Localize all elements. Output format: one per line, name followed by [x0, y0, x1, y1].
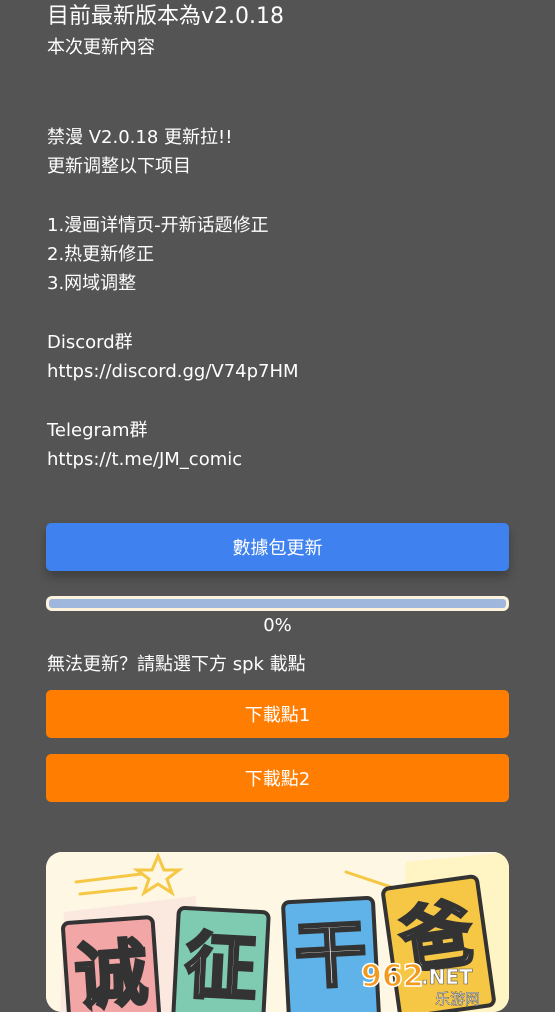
update-content-heading: 本次更新內容 [47, 37, 155, 58]
notes-line [47, 387, 517, 416]
download-button-2[interactable]: 下載點2 [46, 754, 509, 802]
progress-percent: 0% [263, 615, 292, 636]
notes-line: 2.热更新修正 [47, 244, 155, 266]
fallback-hint: 無法更新？請點選下方 spk 載點 [47, 654, 306, 675]
notes-line: Telegram群 [47, 419, 148, 441]
watermark-brand: 962 [361, 959, 424, 994]
notes-line: 禁漫 V2.0.18 更新拉!! [47, 127, 233, 148]
discord-link[interactable]: https://discord.gg/V74p7HM [47, 357, 517, 386]
release-notes: 禁漫 V2.0.18 更新拉!! 更新调整以下项目 1.漫画详情页-开新话题修正… [47, 123, 517, 475]
notes-line [47, 299, 517, 328]
version-title: 目前最新版本為v2.0.18 [47, 4, 284, 29]
update-progress-bar [46, 596, 509, 611]
promo-banner[interactable]: 诚 征 干 爸 962 .NET 乐游网 [46, 852, 509, 1012]
watermark-logo: 962 .NET 乐游网 [357, 952, 503, 1008]
telegram-link[interactable]: https://t.me/JM_comic [47, 445, 517, 474]
data-pack-update-button[interactable]: 數據包更新 [46, 523, 509, 571]
notes-line: Discord群 [47, 332, 133, 354]
download-button-1[interactable]: 下載點1 [46, 690, 509, 738]
notes-line: 更新调整以下项目 [47, 156, 191, 178]
banner-char-2: 征 [183, 923, 259, 1011]
banner-char-1: 诚 [72, 931, 150, 1012]
notes-line: 3.网域调整 [47, 273, 137, 295]
watermark-suffix: .NET [421, 965, 473, 989]
notes-line: 1.漫画详情页-开新话题修正 [47, 214, 269, 236]
progress-track [49, 599, 506, 608]
notes-line [47, 182, 517, 211]
watermark-sub: 乐游网 [435, 990, 480, 1008]
